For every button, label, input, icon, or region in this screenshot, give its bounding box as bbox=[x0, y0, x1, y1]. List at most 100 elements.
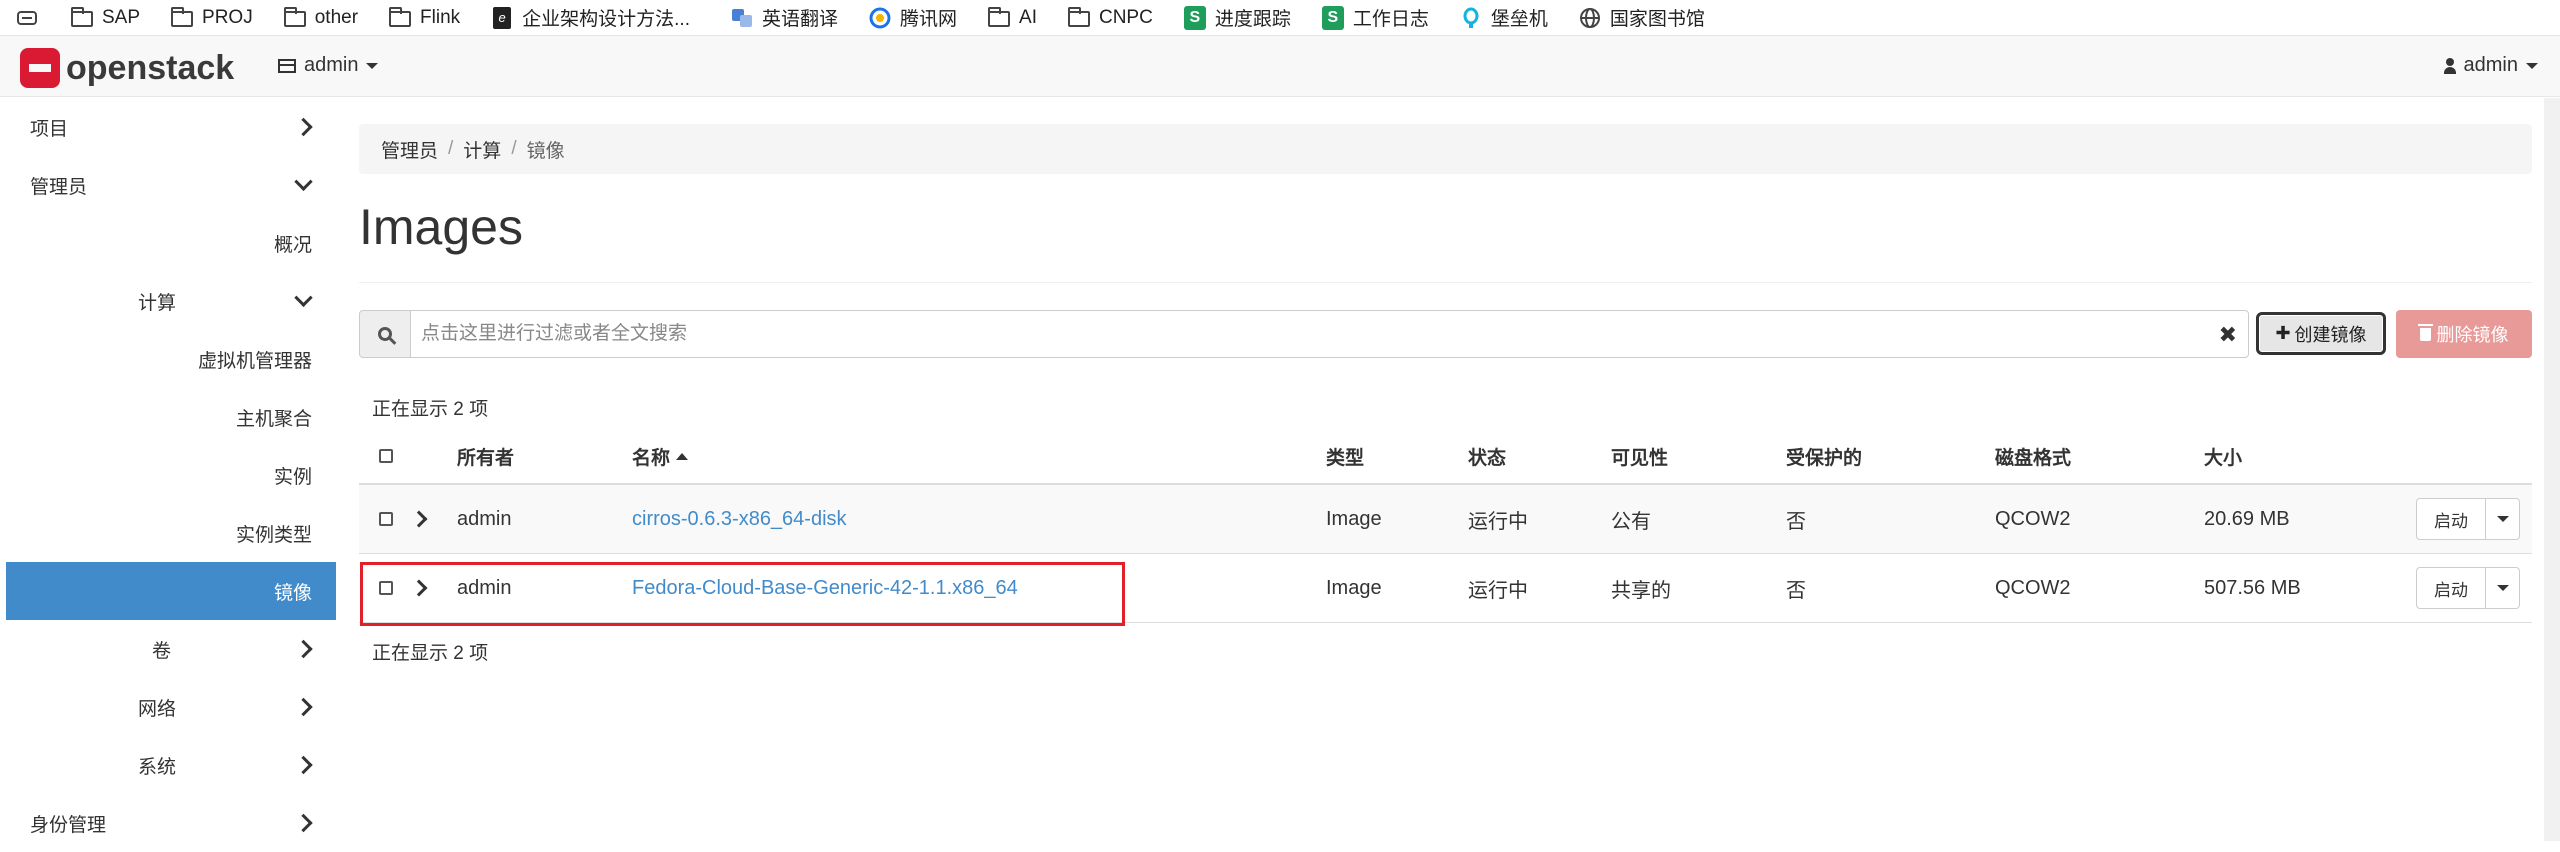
sort-ascending-icon bbox=[676, 453, 689, 461]
sidebar-item-host-aggregates[interactable]: 主机聚合 bbox=[6, 388, 336, 446]
launch-button[interactable]: 启动 bbox=[2416, 567, 2486, 609]
scrollbar[interactable] bbox=[2544, 98, 2560, 841]
sidebar-item-label: 网络 bbox=[138, 698, 177, 720]
breadcrumb-admin[interactable]: 管理员 bbox=[381, 136, 438, 163]
bookmark-label: 堡垒机 bbox=[1490, 9, 1548, 30]
bookmark-proj[interactable]: PROJ bbox=[170, 0, 253, 35]
launch-button[interactable]: 启动 bbox=[2416, 498, 2486, 540]
chevron-right-icon bbox=[294, 697, 313, 717]
cell-type: Image bbox=[1326, 553, 1468, 623]
sidebar-item-label: 身份管理 bbox=[30, 814, 107, 836]
sidebar-item-instances[interactable]: 实例 bbox=[6, 446, 336, 504]
cell-status: 运行中 bbox=[1468, 553, 1611, 623]
sidebar-item-label: 实例类型 bbox=[235, 524, 312, 546]
create-image-label: 创建镜像 bbox=[2294, 324, 2367, 345]
bookmark-sap[interactable]: SAP bbox=[70, 0, 140, 35]
cell-visibility: 公有 bbox=[1611, 484, 1786, 554]
select-all-checkbox[interactable] bbox=[379, 449, 393, 464]
sidebar-item-overview[interactable]: 概况 bbox=[6, 214, 336, 272]
search-bar: ✖ bbox=[359, 310, 2249, 358]
table-row: admin Fedora-Cloud-Base-Generic-42-1.1.x… bbox=[359, 553, 2532, 623]
sidebar-item-flavors[interactable]: 实例类型 bbox=[6, 504, 336, 562]
cell-disk-format: QCOW2 bbox=[1995, 553, 2204, 623]
folder-icon bbox=[283, 6, 307, 30]
header-disk-format[interactable]: 磁盘格式 bbox=[1995, 430, 2204, 485]
caret-down-icon bbox=[2526, 62, 2538, 69]
bookmark-ea-design[interactable]: e 企业架构设计方法... bbox=[490, 0, 690, 35]
bookmark-tencent[interactable]: 腾讯网 bbox=[868, 0, 957, 35]
breadcrumb-compute[interactable]: 计算 bbox=[463, 136, 501, 163]
bookmark-label: Flink bbox=[420, 6, 461, 28]
header-visibility[interactable]: 可见性 bbox=[1611, 430, 1786, 485]
row-checkbox[interactable] bbox=[379, 512, 393, 527]
header-type[interactable]: 类型 bbox=[1326, 430, 1468, 485]
bookmark-label: 英语翻译 bbox=[762, 9, 839, 30]
sidebar-item-project[interactable]: 项目 bbox=[6, 98, 336, 156]
sidebar-item-images[interactable]: 镜像 bbox=[6, 562, 336, 620]
item-count-top: 正在显示 2 项 bbox=[372, 399, 489, 420]
delete-images-label: 删除镜像 bbox=[2436, 325, 2509, 345]
folder-icon bbox=[170, 6, 194, 30]
folder-icon bbox=[388, 6, 412, 30]
image-name-link[interactable]: cirros-0.6.3-x86_64-disk bbox=[632, 508, 847, 530]
header-owner[interactable]: 所有者 bbox=[457, 430, 632, 485]
bookmark-cnpc[interactable]: CNPC bbox=[1067, 0, 1153, 35]
search-input[interactable] bbox=[411, 310, 2249, 358]
image-name-link[interactable]: Fedora-Cloud-Base-Generic-42-1.1.x86_64 bbox=[632, 577, 1018, 599]
breadcrumb-separator: / bbox=[448, 138, 454, 159]
bookmark-flink[interactable]: Flink bbox=[388, 0, 460, 35]
row-actions-dropdown[interactable] bbox=[2486, 498, 2520, 540]
sidebar-item-volumes[interactable]: 卷 bbox=[6, 620, 336, 678]
user-dropdown[interactable]: admin bbox=[2443, 54, 2538, 77]
bookmark-progress[interactable]: S 进度跟踪 bbox=[1183, 0, 1291, 35]
bookmark-translate[interactable]: 英语翻译 bbox=[730, 0, 838, 35]
bookmark-label: 腾讯网 bbox=[900, 9, 958, 30]
chevron-down-icon bbox=[294, 288, 313, 307]
bookmark-ai[interactable]: AI bbox=[987, 0, 1037, 35]
bookmark-label: PROJ bbox=[202, 6, 253, 28]
row-actions-dropdown[interactable] bbox=[2486, 567, 2520, 609]
book-icon: e bbox=[490, 6, 514, 30]
sidebar-item-admin[interactable]: 管理员 bbox=[6, 156, 336, 214]
breadcrumb-separator: / bbox=[511, 138, 517, 159]
row-checkbox[interactable] bbox=[379, 581, 393, 596]
header-status[interactable]: 状态 bbox=[1468, 430, 1611, 485]
sidebar-item-label: 项目 bbox=[30, 118, 69, 140]
project-dropdown[interactable]: admin bbox=[278, 54, 379, 77]
header-name[interactable]: 名称 bbox=[632, 430, 1326, 485]
bookmarks-menu-icon[interactable] bbox=[12, 8, 42, 28]
sidebar-item-network[interactable]: 网络 bbox=[6, 678, 336, 736]
expand-chevron-icon[interactable] bbox=[410, 579, 428, 597]
clear-search-icon[interactable]: ✖ bbox=[2219, 322, 2237, 348]
sidebar: 项目 管理员 概况 计算 虚拟机管理器 主机聚合 实例 实例类型 镜像 卷 网络… bbox=[6, 98, 336, 841]
search-addon bbox=[359, 310, 411, 358]
caret-down-icon bbox=[366, 62, 379, 69]
sidebar-item-compute[interactable]: 计算 bbox=[6, 272, 336, 330]
bookmark-label: 工作日志 bbox=[1352, 9, 1429, 30]
title-divider bbox=[359, 282, 2532, 283]
bookmark-bastion[interactable]: 堡垒机 bbox=[1459, 0, 1548, 35]
bookmark-label: 进度跟踪 bbox=[1214, 9, 1291, 30]
item-count-bottom: 正在显示 2 项 bbox=[372, 643, 489, 664]
cell-protected: 否 bbox=[1786, 553, 1995, 623]
header-protected[interactable]: 受保护的 bbox=[1786, 430, 1995, 485]
caret-down-icon bbox=[2496, 516, 2509, 522]
sidebar-item-label: 概况 bbox=[273, 234, 312, 256]
expand-chevron-icon[interactable] bbox=[410, 510, 428, 528]
sidebar-item-system[interactable]: 系统 bbox=[6, 736, 336, 794]
sidebar-item-identity[interactable]: 身份管理 bbox=[6, 794, 336, 852]
bookmark-library[interactable]: 国家图书馆 bbox=[1578, 0, 1705, 35]
sidebar-item-hypervisors[interactable]: 虚拟机管理器 bbox=[6, 330, 336, 388]
cell-size: 20.69 MB bbox=[2204, 484, 2408, 554]
row-actions: 启动 bbox=[2416, 567, 2520, 609]
search-icon bbox=[378, 327, 392, 341]
create-image-button[interactable]: ✚ 创建镜像 bbox=[2256, 312, 2386, 355]
header-size[interactable]: 大小 bbox=[2204, 430, 2408, 485]
folder-icon bbox=[70, 6, 94, 30]
bookmarks-bar: SAP PROJ other Flink e 企业架构设计方法... 英语翻译 腾… bbox=[0, 0, 2560, 36]
bookmark-other[interactable]: other bbox=[283, 0, 358, 35]
openstack-logo[interactable]: openstack bbox=[20, 48, 234, 88]
cell-protected: 否 bbox=[1786, 484, 1995, 554]
bookmark-worklog[interactable]: S 工作日志 bbox=[1321, 0, 1429, 35]
delete-images-button[interactable]: 删除镜像 bbox=[2396, 310, 2532, 358]
